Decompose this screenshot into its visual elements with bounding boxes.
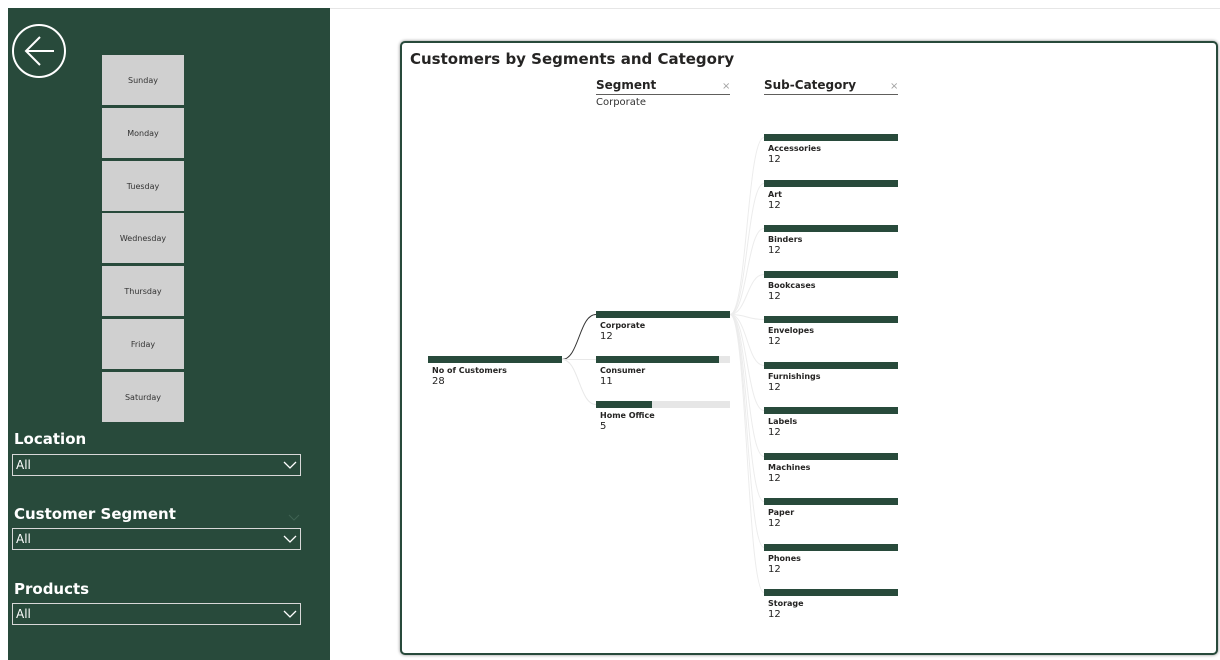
node-label: Bookcases (768, 281, 816, 290)
node-label: Machines (768, 463, 811, 472)
node-bar-fill (596, 401, 652, 408)
node-bar-fill (764, 453, 898, 460)
node-label: Paper (768, 508, 795, 517)
node-value: 12 (768, 564, 781, 575)
node-value: 12 (768, 609, 781, 620)
node-bar-fill (596, 356, 719, 363)
node-bar-fill (764, 271, 898, 278)
tree-link (729, 314, 765, 548)
node-label: Binders (768, 235, 803, 244)
node-label: Corporate (600, 321, 646, 330)
node-bar-labels[interactable] (764, 407, 898, 414)
node-label: Envelopes (768, 326, 814, 335)
node-value: 12 (600, 331, 613, 342)
node-bar-fill (764, 589, 898, 596)
node-label: Furnishings (768, 372, 821, 381)
node-bar-fill (764, 225, 898, 232)
tree-links (561, 137, 765, 593)
node-bar-machines[interactable] (764, 453, 898, 460)
tree-link (561, 314, 597, 360)
node-value: 12 (768, 291, 781, 302)
tree-link (561, 359, 597, 405)
node-value: 12 (768, 427, 781, 438)
node-value: 12 (768, 154, 781, 165)
node-value: 12 (768, 382, 781, 393)
node-label: Accessories (768, 144, 821, 153)
node-bar-bookcases[interactable] (764, 271, 898, 278)
node-bar-consumer[interactable] (596, 356, 730, 363)
node-value: 12 (768, 200, 781, 211)
node-label: Labels (768, 417, 798, 426)
tree-link (729, 137, 765, 315)
node-label: No of Customers (432, 366, 507, 375)
node-value: 12 (768, 245, 781, 256)
tree-link (729, 228, 765, 315)
node-label: Phones (768, 554, 801, 563)
node-label: Home Office (600, 411, 655, 420)
node-bar-binders[interactable] (764, 225, 898, 232)
node-value: 12 (768, 473, 781, 484)
node-bar-fill (764, 498, 898, 505)
node-bar-corporate[interactable] (596, 311, 730, 318)
node-value: 12 (768, 336, 781, 347)
node-value: 12 (768, 518, 781, 529)
node-bar-home-office[interactable] (596, 401, 730, 408)
node-bar-fill (764, 544, 898, 551)
node-value: 5 (600, 421, 607, 432)
node-bar-no-of-customers[interactable] (428, 356, 562, 363)
tree-link (729, 314, 765, 411)
node-label: Art (768, 190, 782, 199)
node-bar-paper[interactable] (764, 498, 898, 505)
node-bar-furnishings[interactable] (764, 362, 898, 369)
tree-link (729, 314, 765, 593)
node-bar-fill (764, 407, 898, 414)
node-bar-fill (764, 134, 898, 141)
node-value: 28 (432, 376, 445, 387)
node-bar-phones[interactable] (764, 544, 898, 551)
node-label: Consumer (600, 366, 646, 375)
node-bar-envelopes[interactable] (764, 316, 898, 323)
node-bar-art[interactable] (764, 180, 898, 187)
node-value: 11 (600, 376, 613, 387)
node-label: Storage (768, 599, 804, 608)
node-bar-fill (428, 356, 562, 363)
node-bar-fill (764, 316, 898, 323)
node-bar-fill (764, 180, 898, 187)
tree-link (729, 314, 765, 502)
node-bar-accessories[interactable] (764, 134, 898, 141)
node-bar-fill (764, 362, 898, 369)
node-bar-fill (596, 311, 730, 318)
node-bar-storage[interactable] (764, 589, 898, 596)
